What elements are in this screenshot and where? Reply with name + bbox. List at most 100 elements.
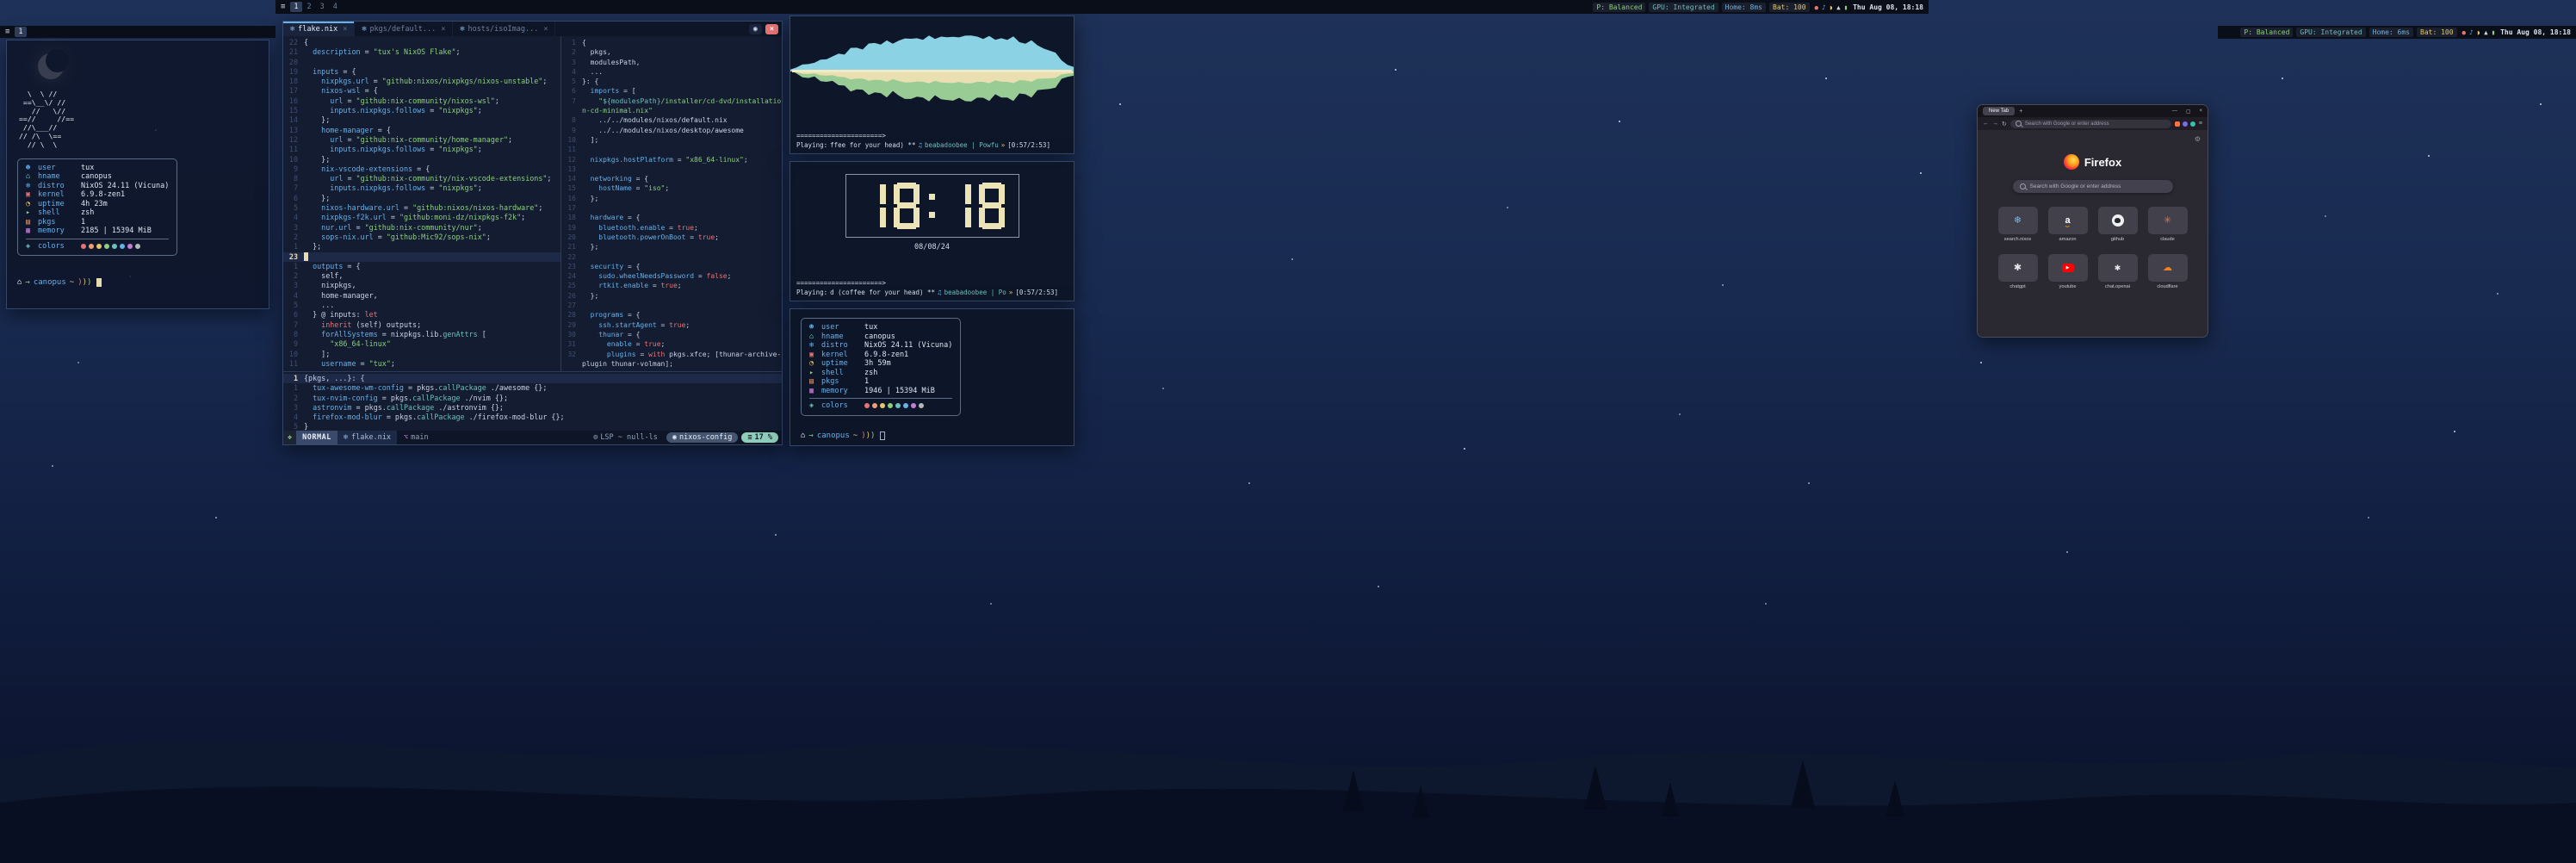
workspace-tag-3[interactable]: 3 (317, 2, 328, 12)
arrow-icon: → (25, 278, 29, 287)
menu-icon[interactable]: ≡ (281, 3, 285, 11)
back-button[interactable]: ← (1983, 121, 1989, 127)
hname-icon: ⌂ (809, 332, 821, 342)
fetch-row-colors: ◈colors (26, 242, 169, 251)
music-icon[interactable]: ♪ (1822, 3, 1826, 12)
maximize-button[interactable]: ▢ (2186, 109, 2191, 115)
record-icon[interactable]: ● (1815, 3, 1819, 12)
status-gpu[interactable]: GPU: Integrated (1649, 3, 1718, 12)
line-number: 23 (561, 262, 582, 271)
code-line: 24 sudo.wheelNeedsPassword = false; (561, 271, 782, 281)
music-note-icon: ♫ (938, 288, 942, 297)
network-icon[interactable]: ▲ (1836, 3, 1841, 12)
code-line: 3 nixpkgs, (283, 281, 560, 290)
status-home[interactable]: Home: 8ms (1722, 3, 1766, 12)
code-line: 21 }; (561, 242, 782, 251)
nvim-tab-flake-nix[interactable]: ❄flake.nix× (283, 22, 355, 36)
dial-github[interactable]: github (2097, 207, 2139, 242)
music-icon[interactable]: ♪ (2469, 28, 2474, 37)
dial-label: chatgpt (2009, 284, 2025, 289)
minimize-button[interactable]: — (2172, 109, 2177, 114)
browser-tab[interactable]: New Tab (1983, 107, 2015, 115)
tab-close-icon[interactable]: × (343, 25, 347, 34)
dial-tile[interactable] (2098, 207, 2138, 234)
dial-tile[interactable]: ✱ (2098, 254, 2138, 282)
code-line: 5 ... (283, 301, 560, 310)
tab-close-icon[interactable]: × (543, 25, 548, 34)
close-buffer-button[interactable]: × (765, 24, 778, 34)
forward-button[interactable]: → (1992, 121, 1998, 127)
dial-claude[interactable]: ✳claude (2147, 207, 2189, 242)
nvim-tab-pkgs-default-[interactable]: ❄pkgs/default...× (355, 22, 453, 36)
battery-icon[interactable]: ▮ (2492, 28, 2496, 37)
line-number: 9 (561, 126, 582, 135)
dial-cloudflare[interactable]: ☁cloudflare (2147, 254, 2189, 289)
url-bar[interactable]: Search with Google or enter address (2010, 120, 2171, 128)
darkreader-extension-icon[interactable] (2175, 121, 2180, 127)
visualizer-window[interactable]: ======================> Playing: ffee fo… (790, 16, 1074, 154)
line-number: 20 (561, 233, 582, 242)
dial-tile[interactable]: ✱ (1998, 254, 2038, 282)
tab-close-icon[interactable]: × (441, 25, 445, 34)
nvim-tab-hosts-isoImag-[interactable]: ❄hosts/isoImag...× (453, 22, 555, 36)
buffer-picker-icon[interactable]: ◉ (749, 24, 762, 34)
distro-icon: ❄ (26, 182, 38, 191)
shell-prompt[interactable]: ⌂→canopus~))) (17, 278, 258, 287)
gear-icon[interactable]: ⚙ (2195, 135, 2201, 143)
dial-tile[interactable]: ☁ (2148, 254, 2188, 282)
progress-arrow: » (1001, 140, 1006, 150)
dial-tile[interactable]: a⌣ (2048, 207, 2088, 234)
fetch-row-shell: ▸shellzsh (809, 369, 952, 378)
dial-tile[interactable]: ▶ (2048, 254, 2088, 282)
code-text: inputs.nixpkgs.follows = "nixpkgs"; (304, 106, 482, 115)
notification-icon[interactable]: ◗ (2477, 28, 2481, 37)
editor-pane-iso[interactable]: 1{2 pkgs,3 modulesPath,4 ...5}: {6 impor… (561, 36, 782, 371)
workspace-tag-2[interactable]: 2 (304, 2, 315, 12)
line-number: 6 (283, 194, 304, 203)
editor-pane-pkgs[interactable]: 1{pkgs, ...}: {1 tux-awesome-wm-config =… (283, 371, 782, 431)
status-p[interactable]: P: Balanced (2240, 28, 2293, 37)
reload-button[interactable]: ↻ (2002, 121, 2007, 127)
extension-icon-2[interactable] (2183, 121, 2188, 127)
network-icon[interactable]: ▲ (2484, 28, 2488, 37)
dial-tile[interactable]: ✳ (2148, 207, 2188, 234)
workspace-tag-1[interactable]: 1 (290, 2, 301, 12)
terminal-fastfetch-right[interactable]: ☻usertux⌂hnamecanopus❄distroNixOS 24.11 … (790, 308, 1074, 446)
code-line: 19 inputs = { (283, 67, 560, 77)
menu-icon[interactable]: ≡ (5, 28, 9, 36)
code-line: 10 ]; (561, 135, 782, 145)
workspace-tag-1[interactable]: 1 (15, 27, 26, 37)
extension-icon-3[interactable] (2190, 121, 2195, 127)
status-gpu[interactable]: GPU: Integrated (2296, 28, 2365, 37)
uptime-icon: ◔ (809, 359, 821, 369)
close-button[interactable]: × (2199, 109, 2202, 114)
dial-amazon[interactable]: a⌣amazon (2047, 207, 2089, 242)
firefox-window[interactable]: New Tab + — ▢ × ← → ↻ Search with Google… (1977, 104, 2208, 338)
nix-icon: ❄ (344, 431, 348, 444)
clock-window[interactable]: 08/08/24 ======================> Playing… (790, 161, 1074, 301)
dial-chat.openai[interactable]: ✱chat.openai (2097, 254, 2139, 289)
shell-prompt[interactable]: ⌂→canopus~))) (801, 432, 1063, 440)
terminal-fastfetch-left[interactable]: \ \ // ==\__\/ // // \// ==// //== //\__… (6, 40, 269, 309)
notification-icon[interactable]: ◗ (1830, 3, 1834, 12)
dial-chatgpt[interactable]: ✱ chatgpt (1997, 254, 2039, 289)
record-icon[interactable]: ● (2462, 28, 2467, 37)
status-p[interactable]: P: Balanced (1593, 3, 1645, 12)
newtab-search-input[interactable]: Search with Google or enter address (2013, 180, 2173, 193)
status-bat[interactable]: Bat: 100 (1769, 3, 1810, 12)
line-number: 4 (283, 291, 304, 301)
code-line: 6 } @ inputs: let (283, 310, 560, 320)
line-number: 5 (283, 422, 304, 431)
dial-search.nixos[interactable]: ❄search.nixos (1997, 207, 2039, 242)
dial-tile[interactable]: ❄ (1998, 207, 2038, 234)
hamburger-menu-icon[interactable]: ≡ (2199, 121, 2202, 127)
workspace-tag-4[interactable]: 4 (330, 2, 341, 12)
code-text: imports = [ (582, 86, 636, 96)
new-tab-button[interactable]: + (2019, 109, 2022, 115)
dial-youtube[interactable]: ▶youtube (2047, 254, 2089, 289)
status-bat[interactable]: Bat: 100 (2417, 28, 2457, 37)
battery-icon[interactable]: ▮ (1844, 3, 1848, 12)
neovim-window[interactable]: ❄flake.nix×❄pkgs/default...×❄hosts/isoIm… (282, 21, 783, 445)
editor-pane-flake[interactable]: 22{21 description = "tux's NixOS Flake";… (283, 36, 560, 371)
status-home[interactable]: Home: 6ms (2369, 28, 2413, 37)
